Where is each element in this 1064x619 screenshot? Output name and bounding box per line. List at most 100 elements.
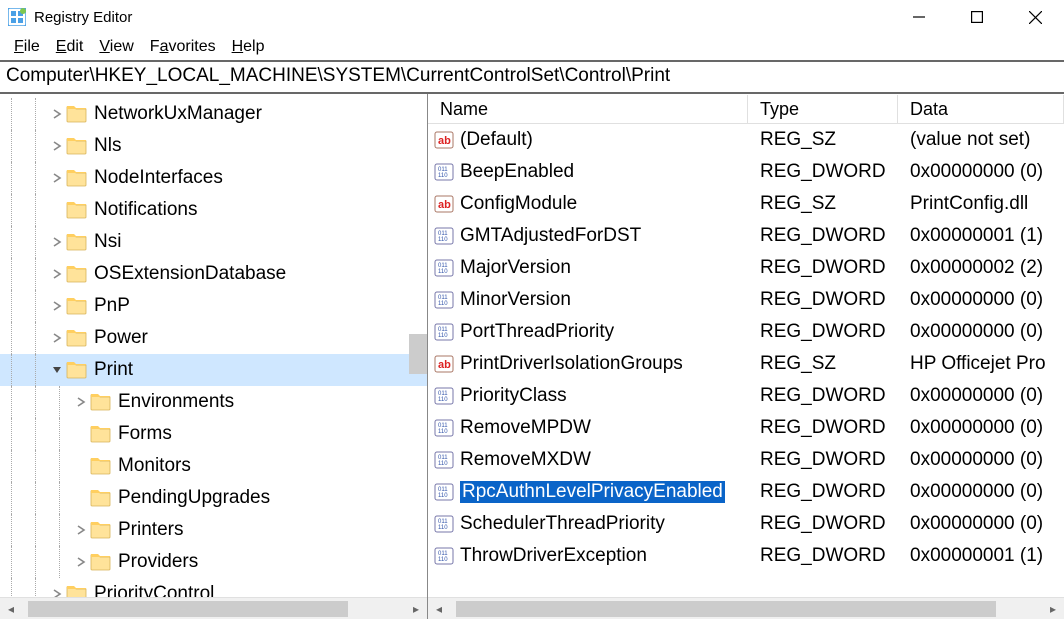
folder-icon: [90, 455, 112, 477]
folder-icon: [66, 167, 88, 189]
minimize-button[interactable]: [890, 0, 948, 34]
value-type: REG_DWORD: [748, 449, 898, 471]
value-list[interactable]: (Default)REG_SZ(value not set)BeepEnable…: [428, 124, 1064, 597]
value-data: 0x00000000 (0): [898, 449, 1064, 471]
tree-row[interactable]: Printers: [0, 514, 427, 546]
value-data: 0x00000000 (0): [898, 289, 1064, 311]
chevron-right-icon[interactable]: [48, 109, 66, 119]
window-controls: [890, 0, 1064, 34]
chevron-right-icon[interactable]: [72, 525, 90, 535]
value-row[interactable]: PrintDriverIsolationGroupsREG_SZHP Offic…: [428, 348, 1064, 380]
string-value-icon: [434, 194, 454, 214]
chevron-right-icon[interactable]: [48, 141, 66, 151]
column-header-name[interactable]: Name: [428, 95, 748, 123]
tree-row[interactable]: NodeInterfaces: [0, 162, 427, 194]
folder-icon: [90, 391, 112, 413]
chevron-right-icon[interactable]: [48, 333, 66, 343]
value-row[interactable]: ThrowDriverExceptionREG_DWORD0x00000001 …: [428, 540, 1064, 572]
value-row[interactable]: MajorVersionREG_DWORD0x00000002 (2): [428, 252, 1064, 284]
value-type: REG_DWORD: [748, 545, 898, 567]
maximize-button[interactable]: [948, 0, 1006, 34]
folder-icon: [66, 103, 88, 125]
menu-file[interactable]: File: [6, 38, 48, 56]
value-name: MajorVersion: [460, 257, 571, 279]
list-hscroll[interactable]: ◂ ▸: [428, 597, 1064, 619]
binary-value-icon: [434, 162, 454, 182]
column-header-type[interactable]: Type: [748, 95, 898, 123]
tree-item-label: PendingUpgrades: [118, 487, 270, 509]
column-header-data[interactable]: Data: [898, 95, 1064, 123]
value-name: PrintDriverIsolationGroups: [460, 353, 683, 375]
binary-value-icon: [434, 322, 454, 342]
value-type: REG_SZ: [748, 353, 898, 375]
value-data: 0x00000002 (2): [898, 257, 1064, 279]
tree-item-label: OSExtensionDatabase: [94, 263, 286, 285]
value-row[interactable]: RemoveMPDWREG_DWORD0x00000000 (0): [428, 412, 1064, 444]
tree-hscroll[interactable]: ◂ ▸: [0, 597, 427, 619]
value-data: 0x00000000 (0): [898, 161, 1064, 183]
tree-item-label: Providers: [118, 551, 198, 573]
value-name: BeepEnabled: [460, 161, 574, 183]
tree-row[interactable]: Forms: [0, 418, 427, 450]
tree-vscroll-thumb[interactable]: [409, 334, 427, 374]
binary-value-icon: [434, 386, 454, 406]
tree-row[interactable]: Environments: [0, 386, 427, 418]
menu-help[interactable]: Help: [224, 38, 273, 56]
tree-row[interactable]: Nsi: [0, 226, 427, 258]
tree-row[interactable]: NetworkUxManager: [0, 98, 427, 130]
tree-hscroll-track[interactable]: [22, 598, 405, 619]
tree-row[interactable]: PriorityControl: [0, 578, 427, 597]
binary-value-icon: [434, 258, 454, 278]
value-row[interactable]: MinorVersionREG_DWORD0x00000000 (0): [428, 284, 1064, 316]
value-row[interactable]: PortThreadPriorityREG_DWORD0x00000000 (0…: [428, 316, 1064, 348]
chevron-right-icon[interactable]: [48, 237, 66, 247]
value-row[interactable]: PriorityClassREG_DWORD0x00000000 (0): [428, 380, 1064, 412]
chevron-right-icon[interactable]: [72, 557, 90, 567]
chevron-right-icon[interactable]: [48, 301, 66, 311]
scroll-right-icon[interactable]: ▸: [405, 598, 427, 619]
value-row[interactable]: GMTAdjustedForDSTREG_DWORD0x00000001 (1): [428, 220, 1064, 252]
tree-row[interactable]: Notifications: [0, 194, 427, 226]
close-button[interactable]: [1006, 0, 1064, 34]
address-input[interactable]: [6, 65, 1058, 87]
chevron-right-icon[interactable]: [48, 173, 66, 183]
menu-view[interactable]: View: [91, 38, 141, 56]
scroll-right-icon[interactable]: ▸: [1042, 598, 1064, 619]
menu-favorites[interactable]: Favorites: [142, 38, 224, 56]
tree-row[interactable]: Print: [0, 354, 427, 386]
string-value-icon: [434, 130, 454, 150]
chevron-right-icon[interactable]: [72, 397, 90, 407]
tree-hscroll-thumb[interactable]: [28, 601, 348, 617]
tree-row[interactable]: PnP: [0, 290, 427, 322]
tree-row[interactable]: Monitors: [0, 450, 427, 482]
menu-file-rest: ile: [24, 38, 40, 55]
list-hscroll-track[interactable]: [450, 598, 1042, 619]
chevron-down-icon[interactable]: [48, 365, 66, 375]
folder-icon: [66, 135, 88, 157]
tree-row[interactable]: Power: [0, 322, 427, 354]
tree-row[interactable]: Nls: [0, 130, 427, 162]
value-row[interactable]: RemoveMXDWREG_DWORD0x00000000 (0): [428, 444, 1064, 476]
tree-row[interactable]: Providers: [0, 546, 427, 578]
tree-row[interactable]: PendingUpgrades: [0, 482, 427, 514]
address-bar: [0, 60, 1064, 94]
value-row[interactable]: ConfigModuleREG_SZPrintConfig.dll: [428, 188, 1064, 220]
scroll-left-icon[interactable]: ◂: [0, 598, 22, 619]
value-row[interactable]: (Default)REG_SZ(value not set): [428, 124, 1064, 156]
folder-icon: [66, 263, 88, 285]
folder-icon: [90, 487, 112, 509]
value-row[interactable]: RpcAuthnLevelPrivacyEnabledREG_DWORD0x00…: [428, 476, 1064, 508]
tree-item-label: Nls: [94, 135, 121, 157]
tree-row[interactable]: OSExtensionDatabase: [0, 258, 427, 290]
chevron-right-icon[interactable]: [48, 269, 66, 279]
value-row[interactable]: BeepEnabledREG_DWORD0x00000000 (0): [428, 156, 1064, 188]
tree-item-label: Notifications: [94, 199, 198, 221]
value-type: REG_DWORD: [748, 513, 898, 535]
value-row[interactable]: SchedulerThreadPriorityREG_DWORD0x000000…: [428, 508, 1064, 540]
scroll-left-icon[interactable]: ◂: [428, 598, 450, 619]
chevron-right-icon[interactable]: [48, 589, 66, 597]
list-hscroll-thumb[interactable]: [456, 601, 996, 617]
binary-value-icon: [434, 418, 454, 438]
menu-edit[interactable]: Edit: [48, 38, 92, 56]
registry-tree[interactable]: NetworkUxManager Nls NodeInterfaces Notific…: [0, 94, 427, 597]
